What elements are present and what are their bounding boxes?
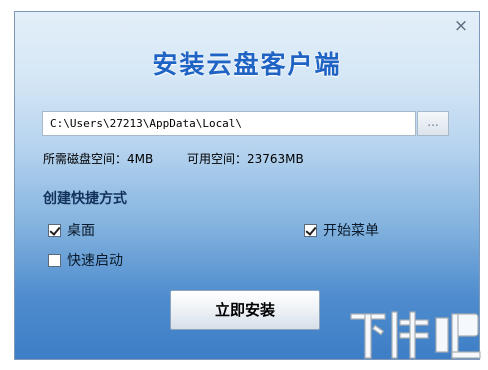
install-path-input[interactable]	[42, 111, 416, 136]
install-now-button[interactable]: 立即安装	[170, 290, 320, 330]
desktop-label: 桌面	[67, 223, 95, 239]
desktop-checkbox[interactable]	[48, 223, 61, 237]
start-menu-shortcut-option[interactable]: 开始菜单	[304, 221, 379, 239]
install-path-row: ...	[42, 111, 449, 136]
desktop-shortcut-option[interactable]: 桌面	[48, 221, 95, 239]
watermark-logo	[350, 311, 481, 359]
start-menu-label: 开始菜单	[323, 223, 379, 239]
start-menu-checkbox[interactable]	[304, 223, 317, 237]
required-space-text: 所需磁盘空间：4MB	[43, 152, 154, 166]
close-button[interactable]: ×	[451, 16, 471, 36]
installer-title: 安装云盘客户端	[152, 50, 342, 79]
quick-launch-shortcut-option[interactable]: 快速启动	[48, 251, 123, 269]
quick-launch-label: 快速启动	[67, 253, 123, 269]
browse-button[interactable]: ...	[417, 111, 449, 136]
available-space-text: 可用空间：23763MB	[187, 152, 304, 166]
quick-launch-checkbox[interactable]	[48, 253, 61, 267]
shortcut-heading: 创建快捷方式	[43, 191, 127, 207]
